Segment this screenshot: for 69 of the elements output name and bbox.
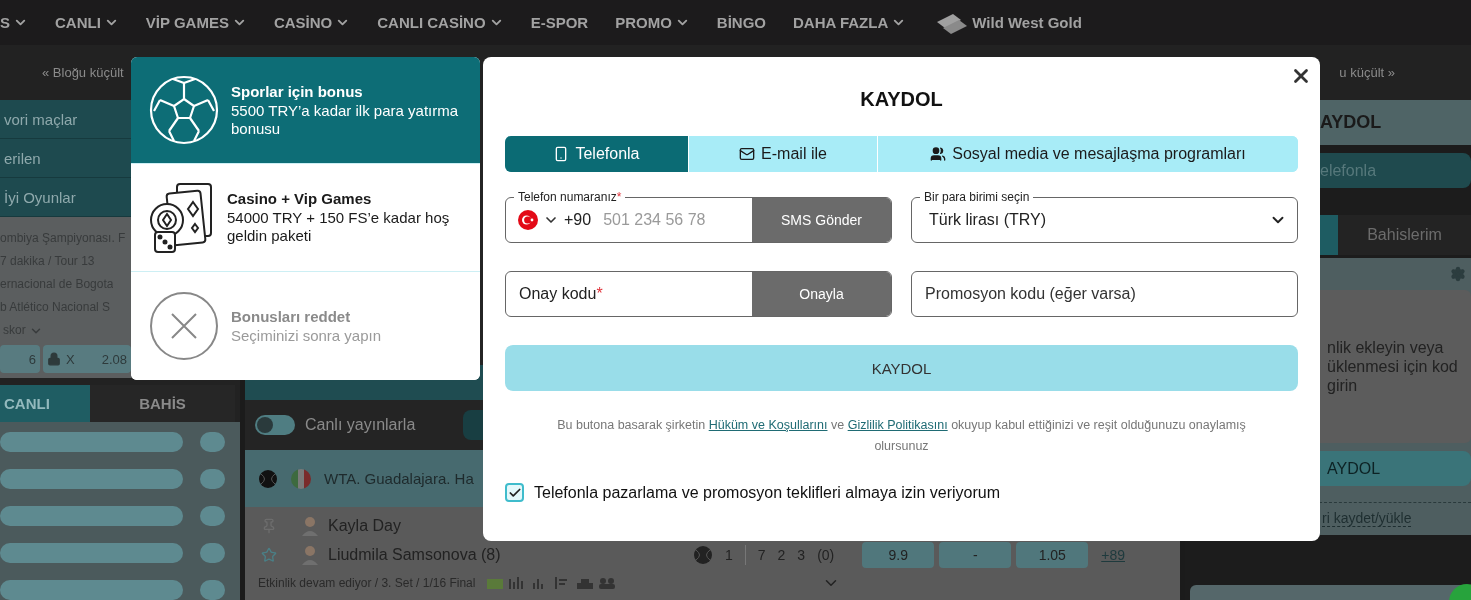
toggle-switch[interactable]: [255, 415, 295, 435]
avatar-icon: [301, 544, 319, 565]
loading-placeholder: [200, 543, 225, 563]
score: 7: [757, 546, 766, 563]
nav-link[interactable]: PROMO: [615, 14, 690, 31]
odds-button[interactable]: 9.9: [862, 541, 935, 568]
serve-ball-icon: [692, 544, 713, 565]
promo-code-field[interactable]: Promosyon kodu (eğer varsa): [911, 271, 1298, 317]
loading-placeholder: [200, 580, 225, 600]
nav-link[interactable]: CANLI: [55, 14, 119, 31]
score: 1: [724, 546, 733, 563]
collapse-link[interactable]: u küçült »: [1339, 65, 1395, 80]
code-field[interactable]: Onay kodu* Onayla: [505, 271, 892, 317]
message-text: girin: [1327, 376, 1359, 395]
terms-link[interactable]: Gizlilik Politikasını: [847, 418, 948, 432]
tennis-ball-icon: [258, 468, 278, 489]
select-value: Türk lirası (TRY): [929, 211, 1047, 229]
turkish-flag-icon: [518, 210, 538, 230]
sidebar-item[interactable]: vori maçlar: [0, 100, 131, 139]
bonus-option[interactable]: Sporlar için bonus 5500 TRY’a kadar ilk para yatırma bonusu: [131, 57, 480, 164]
message-text: üklenmesi için kod: [1327, 357, 1459, 376]
lock-icon: [47, 352, 61, 366]
confirm-button[interactable]: Onayla: [752, 272, 891, 316]
tab[interactable]: BAHİS: [90, 385, 235, 422]
league-name: WTA. Guadalajara. Ha: [324, 470, 474, 487]
avatar-icon: [301, 515, 319, 536]
sidebar-item[interactable]: erilen: [0, 139, 131, 178]
game-link[interactable]: Wild West Gold: [933, 11, 1082, 34]
tab[interactable]: Sosyal media ve mesajlaşma programları: [877, 136, 1298, 172]
register-button[interactable]: KAYDOL: [505, 345, 1298, 391]
loading-placeholder: [200, 506, 225, 526]
loading-placeholder: [200, 469, 225, 489]
soccer-ball-icon: [149, 75, 219, 145]
star-icon[interactable]: [261, 546, 277, 563]
tab[interactable]: Telefonla: [505, 136, 688, 172]
stats-icons-drawing[interactable]: [487, 574, 618, 591]
casino-cards-icon: [149, 181, 215, 254]
nav-link[interactable]: CASİNO: [273, 14, 351, 31]
nav-link[interactable]: DAHA FAZLA: [793, 14, 907, 31]
score: 2: [777, 546, 786, 563]
close-circle-icon: [149, 291, 219, 361]
sidebar-item[interactable]: İyi Oyunlar: [0, 178, 131, 217]
nav-link[interactable]: S: [0, 14, 28, 31]
loading-placeholder: [200, 432, 225, 452]
field-label: Bir para birimi seçin: [920, 190, 1034, 204]
score: (0): [817, 546, 835, 563]
checkbox-label: Telefonla pazarlama ve promosyon teklifleri almaya izin veriyorum: [534, 483, 1000, 502]
tab[interactable]: CANLI: [0, 385, 90, 422]
score: 3: [797, 546, 806, 563]
player-name: Liudmila Samsonova (8): [328, 545, 501, 564]
mail-icon: [739, 146, 756, 162]
panel-title: AYDOL: [1320, 112, 1382, 133]
terms-link[interactable]: Hüküm ve Koşullarını: [708, 418, 828, 432]
flag-icon: [290, 467, 312, 490]
people-icon: [930, 146, 947, 162]
field-label: Telefon numaranız*: [514, 190, 626, 204]
odds-button[interactable]: 1.05: [1016, 541, 1089, 568]
toggle-label: Canlı yayınlarla: [305, 416, 416, 434]
nav-link[interactable]: VİP GAMES: [145, 14, 247, 31]
checkbox[interactable]: [505, 483, 524, 502]
player-name: Kayla Day: [328, 516, 401, 535]
nav-link[interactable]: CANLI CASİNO: [377, 14, 504, 31]
sms-button[interactable]: SMS Gönder: [752, 198, 891, 242]
collapse-link[interactable]: « Bloğu küçült: [42, 65, 124, 80]
nav-link[interactable]: E-SPOR: [530, 14, 589, 31]
dialog-title: KAYDOL: [859, 87, 944, 111]
odds-button[interactable]: -: [939, 541, 1012, 568]
nav-link[interactable]: BİNGO: [716, 14, 766, 31]
message-text: nlik ekleyin veya: [1327, 338, 1445, 357]
